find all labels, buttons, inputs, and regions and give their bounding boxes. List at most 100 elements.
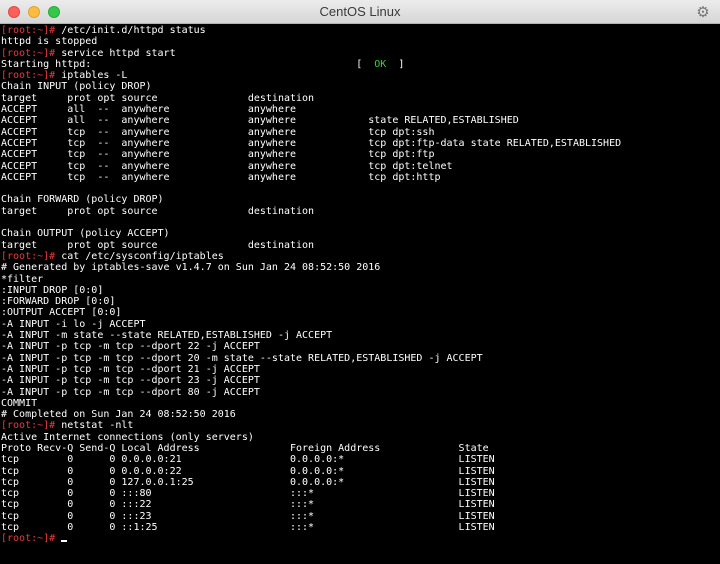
output-text: target prot opt source destination [1, 205, 315, 217]
prompt-line: [root:~]# [0, 533, 720, 544]
output-text: ACCEPT all -- anywhere anywhere state RE… [1, 115, 519, 127]
status-bracket: ] [386, 58, 405, 70]
output-text: ACCEPT tcp -- anywhere anywhere tcp dpt:… [1, 149, 435, 161]
output-line: ACCEPT tcp -- anywhere anywhere tcp dpt:… [0, 161, 720, 172]
output-text: COMMIT [1, 397, 38, 409]
output-line: target prot opt source destination [0, 206, 720, 217]
shell-prompt: [root:~]# [1, 70, 56, 82]
output-text: tcp 0 0 0.0.0.0:22 0.0.0.0:* LISTEN [1, 465, 495, 477]
prompt-line: [root:~]# iptables -L [0, 70, 720, 81]
output-line: ACCEPT tcp -- anywhere anywhere tcp dpt:… [0, 138, 720, 149]
prompt-line: [root:~]# cat /etc/sysconfig/iptables [0, 251, 720, 262]
output-text: tcp 0 0 :::80 :::* LISTEN [1, 488, 495, 500]
output-line: target prot opt source destination [0, 93, 720, 104]
output-line: -A INPUT -i lo -j ACCEPT [0, 319, 720, 330]
output-text: tcp 0 0 :::22 :::* LISTEN [1, 499, 495, 511]
output-text: tcp 0 0 0.0.0.0:21 0.0.0.0:* LISTEN [1, 454, 495, 466]
command-text: /etc/init.d/httpd status [55, 25, 206, 36]
command-text: iptables -L [55, 70, 128, 82]
output-line: -A INPUT -p tcp -m tcp --dport 21 -j ACC… [0, 364, 720, 375]
output-text: httpd is stopped [1, 36, 98, 48]
output-line: tcp 0 0 ::1:25 :::* LISTEN [0, 522, 720, 533]
shell-prompt: [root:~]# [1, 420, 56, 432]
output-line: :OUTPUT ACCEPT [0:0] [0, 307, 720, 318]
output-text: -A INPUT -m state --state RELATED,ESTABL… [1, 330, 333, 342]
output-line: tcp 0 0 127.0.0.1:25 0.0.0.0:* LISTEN [0, 477, 720, 488]
output-line: :INPUT DROP [0:0] [0, 285, 720, 296]
prompt-line: [root:~]# netstat -nlt [0, 420, 720, 431]
output-line: tcp 0 0 0.0.0.0:21 0.0.0.0:* LISTEN [0, 454, 720, 465]
output-line: ACCEPT all -- anywhere anywhere [0, 104, 720, 115]
output-line: ACCEPT all -- anywhere anywhere state RE… [0, 115, 720, 126]
output-text: ACCEPT tcp -- anywhere anywhere tcp dpt:… [1, 137, 622, 149]
title-bar[interactable]: CentOS Linux ⚙ [0, 0, 720, 24]
output-line: ACCEPT tcp -- anywhere anywhere tcp dpt:… [0, 127, 720, 138]
output-line: *filter [0, 274, 720, 285]
command-text: netstat -nlt [55, 420, 134, 432]
output-line: Active Internet connections (only server… [0, 432, 720, 443]
output-text: target prot opt source destination [1, 92, 315, 104]
output-line: Proto Recv-Q Send-Q Local Address Foreig… [0, 443, 720, 454]
shell-prompt: [root:~]# [1, 250, 56, 262]
terminal-window: CentOS Linux ⚙ [root:~]# /etc/init.d/htt… [0, 0, 720, 564]
output-text: ACCEPT tcp -- anywhere anywhere tcp dpt:… [1, 160, 453, 172]
output-text: :FORWARD DROP [0:0] [1, 296, 116, 308]
output-line: tcp 0 0 :::80 :::* LISTEN [0, 488, 720, 499]
output-line: Starting httpd: [ OK ] [0, 59, 720, 70]
output-text: *filter [1, 273, 44, 285]
command-text [55, 533, 61, 544]
output-line: target prot opt source destination [0, 240, 720, 251]
output-text: :OUTPUT ACCEPT [0:0] [1, 307, 122, 319]
gear-icon[interactable]: ⚙ [694, 3, 712, 21]
output-text: target prot opt source destination [1, 239, 315, 251]
output-line: COMMIT [0, 398, 720, 409]
prompt-line: [root:~]# /etc/init.d/httpd status [0, 25, 720, 36]
window-title: CentOS Linux [319, 4, 401, 19]
shell-prompt: [root:~]# [1, 47, 56, 59]
output-line: Chain OUTPUT (policy ACCEPT) [0, 228, 720, 239]
output-text: -A INPUT -i lo -j ACCEPT [1, 318, 146, 330]
output-text: tcp 0 0 :::23 :::* LISTEN [1, 510, 495, 522]
shell-prompt: [root:~]# [1, 533, 56, 545]
output-text: -A INPUT -p tcp -m tcp --dport 21 -j ACC… [1, 363, 260, 375]
output-line: httpd is stopped [0, 36, 720, 47]
output-line: :FORWARD DROP [0:0] [0, 296, 720, 307]
output-line: # Generated by iptables-save v1.4.7 on S… [0, 262, 720, 273]
output-text: -A INPUT -p tcp -m tcp --dport 20 -m sta… [1, 352, 483, 364]
output-text: tcp 0 0 ::1:25 :::* LISTEN [1, 522, 495, 534]
command-text: cat /etc/sysconfig/iptables [55, 250, 224, 262]
output-line: tcp 0 0 :::22 :::* LISTEN [0, 499, 720, 510]
output-line: ACCEPT tcp -- anywhere anywhere tcp dpt:… [0, 172, 720, 183]
output-line: -A INPUT -p tcp -m tcp --dport 22 -j ACC… [0, 341, 720, 352]
output-line: -A INPUT -p tcp -m tcp --dport 20 -m sta… [0, 353, 720, 364]
output-text: -A INPUT -p tcp -m tcp --dport 80 -j ACC… [1, 386, 260, 398]
status-ok: OK [374, 58, 387, 70]
output-text: ACCEPT tcp -- anywhere anywhere tcp dpt:… [1, 126, 435, 138]
shell-prompt: [root:~]# [1, 25, 56, 36]
output-text: Chain OUTPUT (policy ACCEPT) [1, 228, 170, 240]
output-line: -A INPUT -p tcp -m tcp --dport 80 -j ACC… [0, 387, 720, 398]
text-cursor [61, 540, 68, 543]
output-line: tcp 0 0 :::23 :::* LISTEN [0, 511, 720, 522]
output-text: Proto Recv-Q Send-Q Local Address Foreig… [1, 442, 489, 454]
output-text: -A INPUT -p tcp -m tcp --dport 23 -j ACC… [1, 375, 260, 387]
output-text: ACCEPT all -- anywhere anywhere [1, 104, 297, 116]
output-text: # Generated by iptables-save v1.4.7 on S… [1, 262, 381, 274]
output-text: -A INPUT -p tcp -m tcp --dport 22 -j ACC… [1, 341, 260, 353]
output-text: Chain FORWARD (policy DROP) [1, 194, 164, 206]
prompt-line: [root:~]# service httpd start [0, 48, 720, 59]
output-text: Starting httpd: [ [1, 58, 375, 70]
output-line: # Completed on Sun Jan 24 08:52:50 2016 [0, 409, 720, 420]
terminal-output[interactable]: [root:~]# /etc/init.d/httpd status httpd … [0, 25, 720, 564]
output-text: # Completed on Sun Jan 24 08:52:50 2016 [1, 409, 236, 421]
output-text: ACCEPT tcp -- anywhere anywhere tcp dpt:… [1, 171, 441, 183]
command-text: service httpd start [55, 47, 176, 59]
output-text: tcp 0 0 127.0.0.1:25 0.0.0.0:* LISTEN [1, 476, 495, 488]
output-line: -A INPUT -m state --state RELATED,ESTABL… [0, 330, 720, 341]
output-line: ACCEPT tcp -- anywhere anywhere tcp dpt:… [0, 149, 720, 160]
output-line: -A INPUT -p tcp -m tcp --dport 23 -j ACC… [0, 375, 720, 386]
output-text: :INPUT DROP [0:0] [1, 284, 104, 296]
output-text: Chain INPUT (policy DROP) [1, 81, 152, 93]
